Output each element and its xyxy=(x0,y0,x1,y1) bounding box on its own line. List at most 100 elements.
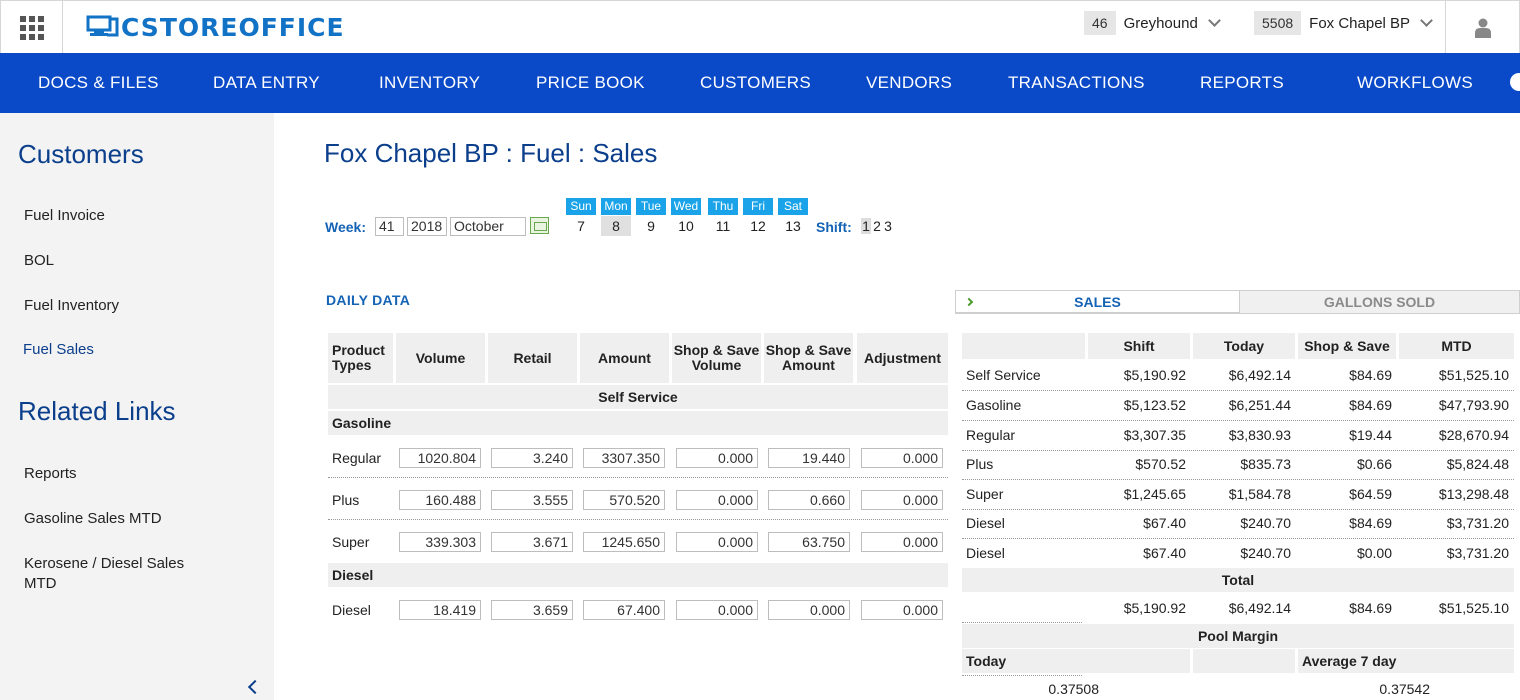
day-tue[interactable]: Tue 9 xyxy=(636,198,666,236)
shift-option-2[interactable]: 2 xyxy=(872,218,882,234)
summary-cell-shift: $3,307.35 xyxy=(1123,427,1186,443)
nav-reports[interactable]: REPORTS xyxy=(1200,53,1284,113)
super-adjustment-input[interactable]: 0.000 xyxy=(861,532,943,552)
super-ss-amount-input[interactable]: 63.750 xyxy=(768,532,850,552)
sidebar: Customers Fuel Invoice BOL Fuel Inventor… xyxy=(0,113,274,700)
daily-data-title: DAILY DATA xyxy=(326,292,411,308)
day-wed[interactable]: Wed 10 xyxy=(671,198,701,236)
diesel-retail-input[interactable]: 3.659 xyxy=(491,600,573,620)
month-input[interactable]: October xyxy=(450,217,526,236)
day-name: Sat xyxy=(778,198,808,215)
day-name: Fri xyxy=(743,198,773,215)
related-link-gasoline-sales-mtd[interactable]: Gasoline Sales MTD xyxy=(24,509,224,529)
store-selector-store[interactable]: 5508 Fox Chapel BP xyxy=(1254,11,1433,35)
day-thu[interactable]: Thu 11 xyxy=(708,198,738,236)
summary-row-label: Plus xyxy=(966,456,994,472)
sidebar-item-fuel-invoice[interactable]: Fuel Invoice xyxy=(24,206,224,226)
row-divider xyxy=(962,675,1082,676)
col-header-ss-volume: Shop & Save Volume xyxy=(672,333,761,383)
summary-row-label: Diesel xyxy=(966,515,1005,531)
nav-workflows[interactable]: WORKFLOWS xyxy=(1357,53,1473,113)
total-shop-save: $84.69 xyxy=(1349,600,1392,616)
store-number: 5508 xyxy=(1254,11,1302,35)
regular-amount-input[interactable]: 3307.350 xyxy=(583,448,665,468)
chevron-right-icon xyxy=(964,297,974,307)
pool-today-label: Today xyxy=(962,649,1190,673)
day-mon[interactable]: Mon 8 xyxy=(601,198,631,236)
diesel-amount-input[interactable]: 67.400 xyxy=(583,600,665,620)
day-name: Tue xyxy=(636,198,666,215)
collapse-sidebar-icon[interactable] xyxy=(247,679,263,695)
row-divider xyxy=(962,390,1514,391)
day-name: Wed xyxy=(671,198,701,215)
section-self-service: Self Service xyxy=(328,385,948,409)
super-retail-input[interactable]: 3.671 xyxy=(491,532,573,552)
user-menu-button[interactable] xyxy=(1445,1,1519,54)
row-label-plus: Plus xyxy=(332,492,360,508)
plus-ss-volume-input[interactable]: 0.000 xyxy=(676,490,758,510)
summary-cell-today: $240.70 xyxy=(1240,515,1291,531)
summary-cell-mtd: $28,670.94 xyxy=(1438,427,1509,443)
nav-price-book[interactable]: PRICE BOOK xyxy=(536,53,645,113)
plus-amount-input[interactable]: 570.520 xyxy=(583,490,665,510)
row-divider xyxy=(962,538,1514,539)
summary-col-today: Today xyxy=(1193,333,1295,359)
day-fri[interactable]: Fri 12 xyxy=(743,198,773,236)
day-sun[interactable]: Sun 7 xyxy=(566,198,596,236)
col-header-ss-amount: Shop & Save Amount xyxy=(764,333,853,383)
plus-retail-input[interactable]: 3.555 xyxy=(491,490,573,510)
summary-cell-today: $3,830.93 xyxy=(1228,427,1291,443)
tab-sales[interactable]: SALES xyxy=(955,290,1240,314)
diesel-ss-amount-input[interactable]: 0.000 xyxy=(768,600,850,620)
logo[interactable]: CSTOREOFFICE xyxy=(85,13,345,42)
regular-ss-amount-input[interactable]: 19.440 xyxy=(768,448,850,468)
sidebar-item-fuel-sales[interactable]: Fuel Sales xyxy=(23,340,223,360)
plus-ss-amount-input[interactable]: 0.660 xyxy=(768,490,850,510)
day-date: 7 xyxy=(577,218,585,234)
summary-cell-today: $1,584.78 xyxy=(1228,486,1291,502)
nav-scroll-indicator[interactable] xyxy=(1510,73,1520,91)
calendar-icon[interactable] xyxy=(530,217,549,234)
sidebar-item-fuel-inventory[interactable]: Fuel Inventory xyxy=(24,296,224,316)
tab-sales-label: SALES xyxy=(1074,294,1121,310)
nav-inventory[interactable]: INVENTORY xyxy=(379,53,480,113)
super-ss-volume-input[interactable]: 0.000 xyxy=(676,532,758,552)
nav-vendors[interactable]: VENDORS xyxy=(866,53,952,113)
plus-adjustment-input[interactable]: 0.000 xyxy=(861,490,943,510)
summary-tabs: SALES GALLONS SOLD xyxy=(955,290,1520,316)
regular-retail-input[interactable]: 3.240 xyxy=(491,448,573,468)
related-link-kerosene-diesel-sales-mtd[interactable]: Kerosene / Diesel Sales MTD xyxy=(24,554,204,594)
nav-data-entry[interactable]: DATA ENTRY xyxy=(213,53,320,113)
day-sat[interactable]: Sat 13 xyxy=(778,198,808,236)
sidebar-item-bol[interactable]: BOL xyxy=(24,251,224,271)
regular-volume-input[interactable]: 1020.804 xyxy=(399,448,481,468)
diesel-adjustment-input[interactable]: 0.000 xyxy=(861,600,943,620)
row-label-regular: Regular xyxy=(332,450,382,466)
super-amount-input[interactable]: 1245.650 xyxy=(583,532,665,552)
pool-today-value: 0.37508 xyxy=(1048,681,1099,697)
store-selector-group[interactable]: 46 Greyhound xyxy=(1084,11,1221,35)
super-volume-input[interactable]: 339.303 xyxy=(399,532,481,552)
diesel-volume-input[interactable]: 18.419 xyxy=(399,600,481,620)
shift-option-3[interactable]: 3 xyxy=(883,218,893,234)
pool-blank xyxy=(1193,649,1295,673)
user-icon xyxy=(1474,18,1491,38)
sidebar-heading: Customers xyxy=(18,139,144,169)
related-link-reports[interactable]: Reports xyxy=(24,464,224,484)
regular-ss-volume-input[interactable]: 0.000 xyxy=(676,448,758,468)
nav-customers[interactable]: CUSTOMERS xyxy=(700,53,811,113)
regular-adjustment-input[interactable]: 0.000 xyxy=(861,448,943,468)
row-divider xyxy=(962,509,1514,510)
store-name: Fox Chapel BP xyxy=(1309,14,1411,32)
year-input[interactable]: 2018 xyxy=(407,217,447,236)
shift-option-1[interactable]: 1 xyxy=(861,218,871,234)
nav-docs-files[interactable]: DOCS & FILES xyxy=(38,53,159,113)
diesel-ss-volume-input[interactable]: 0.000 xyxy=(676,600,758,620)
nav-transactions[interactable]: TRANSACTIONS xyxy=(1008,53,1145,113)
summary-cell-mtd: $5,824.48 xyxy=(1446,456,1509,472)
plus-volume-input[interactable]: 160.488 xyxy=(399,490,481,510)
apps-menu-button[interactable] xyxy=(1,1,63,54)
summary-cell-shop-save: $84.69 xyxy=(1349,515,1392,531)
week-number-input[interactable]: 41 xyxy=(375,217,404,236)
tab-gallons-sold[interactable]: GALLONS SOLD xyxy=(1240,290,1520,314)
